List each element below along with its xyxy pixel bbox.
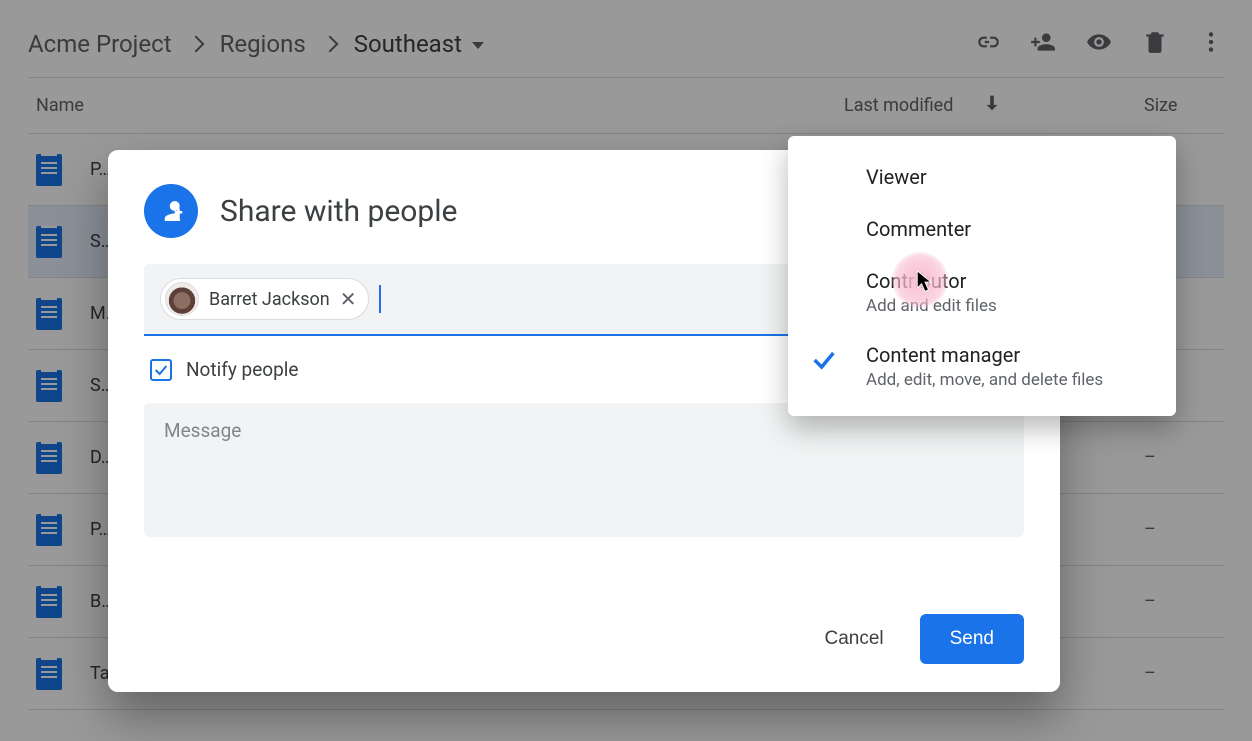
- role-dropdown: Viewer Commenter Contributor Add and edi…: [788, 136, 1176, 416]
- role-option-content-manager[interactable]: Content manager Add, edit, move, and del…: [788, 328, 1176, 402]
- message-input[interactable]: Message: [144, 403, 1024, 537]
- person-chip[interactable]: Barret Jackson ✕: [160, 278, 369, 320]
- role-option-viewer[interactable]: Viewer: [788, 150, 1176, 202]
- role-option-commenter[interactable]: Commenter: [788, 202, 1176, 254]
- remove-chip-icon[interactable]: ✕: [340, 289, 357, 309]
- dialog-actions: Cancel Send: [816, 614, 1024, 664]
- send-button[interactable]: Send: [920, 614, 1024, 664]
- avatar: [165, 282, 199, 316]
- share-person-icon: [144, 184, 198, 238]
- cancel-button[interactable]: Cancel: [816, 618, 891, 660]
- role-label: Viewer: [866, 164, 927, 190]
- text-caret: [379, 285, 381, 313]
- check-icon: [810, 346, 838, 374]
- role-label: Contributor: [866, 268, 997, 294]
- person-name: Barret Jackson: [209, 289, 330, 310]
- role-label: Commenter: [866, 216, 971, 242]
- dialog-title: Share with people: [220, 194, 457, 229]
- message-placeholder: Message: [164, 419, 241, 442]
- role-option-contributor[interactable]: Contributor Add and edit files: [788, 254, 1176, 328]
- notify-checkbox[interactable]: [150, 359, 172, 381]
- role-label: Content manager: [866, 342, 1103, 368]
- notify-label: Notify people: [186, 358, 298, 381]
- role-desc: Add and edit files: [866, 296, 997, 316]
- role-desc: Add, edit, move, and delete files: [866, 370, 1103, 390]
